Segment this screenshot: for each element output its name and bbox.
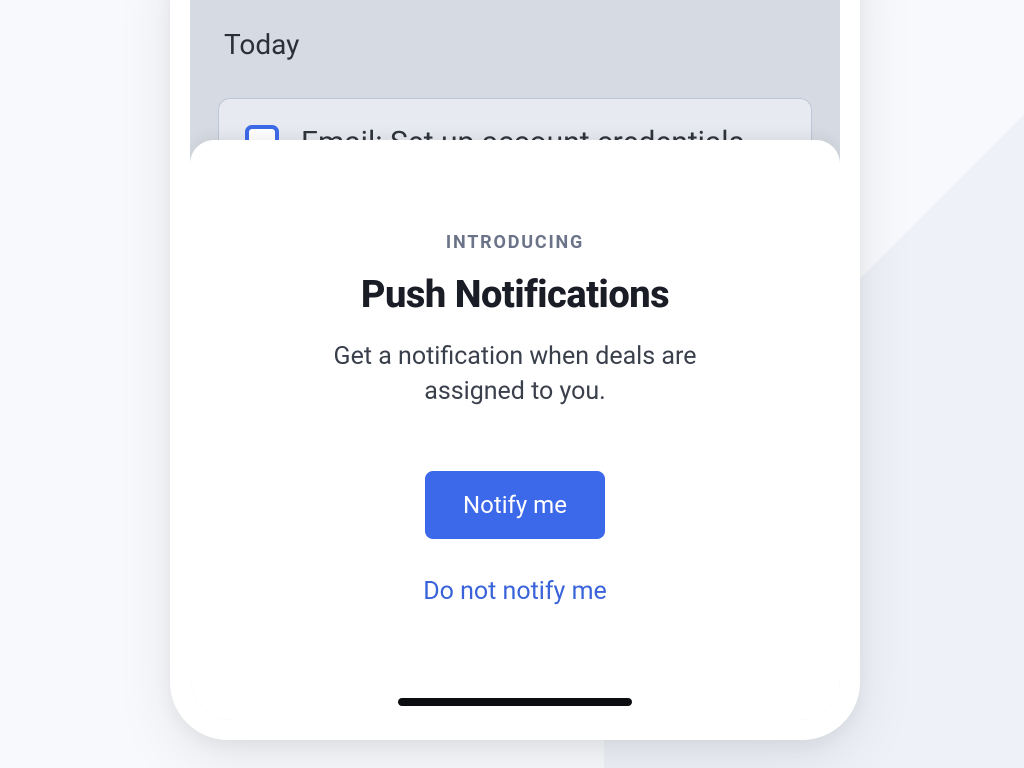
do-not-notify-button[interactable]: Do not notify me (423, 577, 607, 606)
phone-frame: Today Email: Set up account credentials … (170, 0, 860, 740)
phone-screen: Today Email: Set up account credentials … (190, 0, 840, 720)
sheet-subcopy: Get a notification when deals are assign… (295, 339, 735, 409)
home-indicator[interactable] (398, 698, 632, 706)
bottom-sheet-modal: INTRODUCING Push Notifications Get a not… (190, 140, 840, 720)
notify-me-button[interactable]: Notify me (425, 471, 605, 539)
sheet-headline: Push Notifications (361, 273, 669, 317)
sheet-eyebrow: INTRODUCING (446, 232, 584, 253)
app-content: Today Email: Set up account credentials … (190, 0, 840, 720)
section-header: Today (224, 28, 299, 61)
